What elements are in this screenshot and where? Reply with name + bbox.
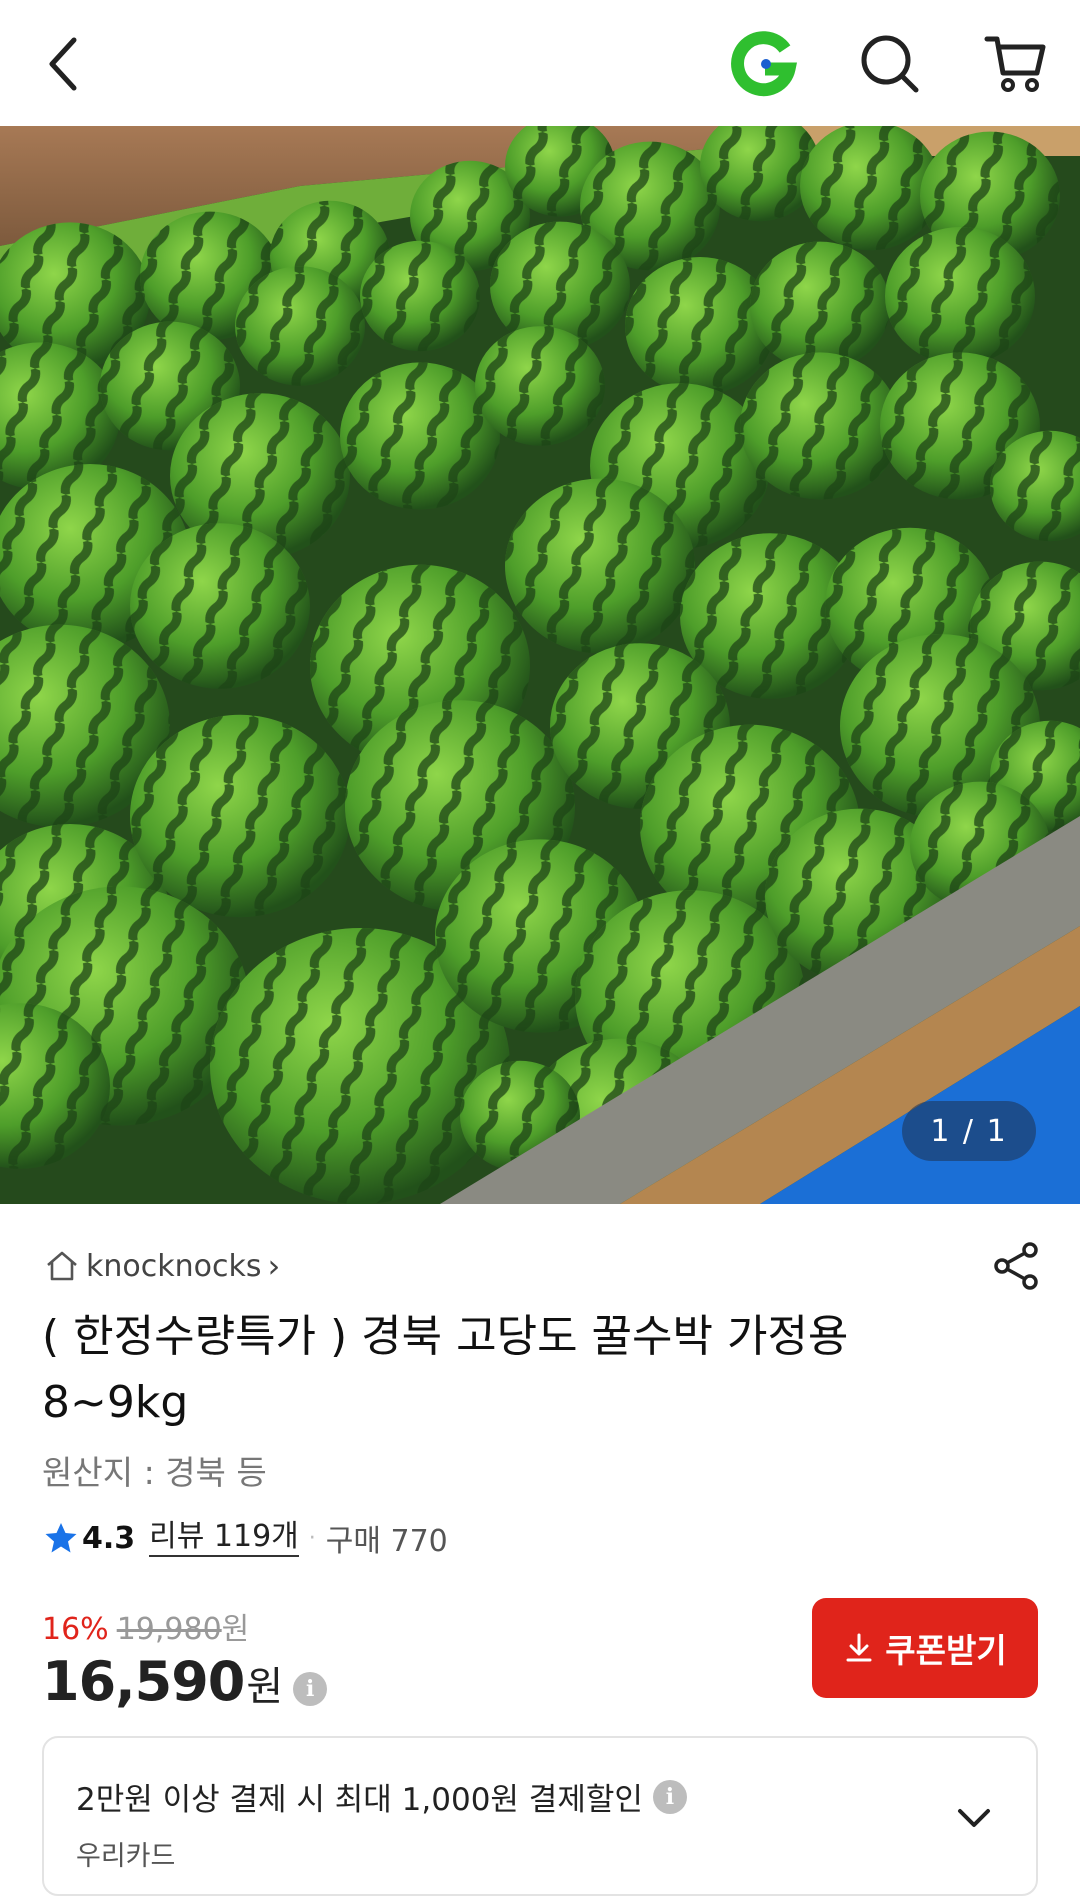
product-image[interactable]: 1 / 1 — [0, 126, 1080, 1204]
watermelon-stripes — [800, 126, 940, 251]
sale-price: 16,590 — [42, 1650, 245, 1713]
origin-label: 원산지 : 경북 등 — [42, 1453, 267, 1492]
watermelon-stripes — [130, 714, 350, 918]
purchase-count: 구매 770 — [325, 1524, 448, 1559]
sale-price-unit: 원 — [246, 1664, 284, 1710]
download-icon — [846, 1633, 872, 1662]
watermelon-stripes — [885, 227, 1035, 365]
watermelon-photo — [0, 126, 1080, 1204]
watermelon-stripes — [625, 257, 775, 395]
share-button[interactable] — [986, 1236, 1046, 1296]
product-title: ( 한정수량특가 ) 경북 고당도 꿀수박 가정용 8~9kg — [42, 1304, 1032, 1436]
promo-text: 2만원 이상 결제 시 최대 1,000원 결제할인 — [76, 1782, 643, 1818]
info-icon[interactable]: i — [652, 1779, 687, 1814]
discount-line: 16% 19,980 원 — [42, 1604, 327, 1647]
info-icon[interactable]: i — [293, 1672, 328, 1706]
promo-card-name: 우리카드 — [76, 1841, 176, 1872]
watermelon-stripes — [505, 478, 695, 654]
cart-button[interactable] — [978, 26, 1054, 102]
g-logo-icon — [731, 31, 798, 97]
store-chevron-icon: › — [267, 1247, 281, 1285]
coupon-download-button[interactable]: 쿠폰받기 — [812, 1598, 1038, 1698]
separator-dot: · — [308, 1525, 316, 1551]
share-icon — [994, 1242, 1038, 1290]
watermelon-stripes — [130, 523, 310, 689]
watermelon-stripes — [475, 326, 605, 446]
store-link[interactable]: knocknocks › — [44, 1244, 280, 1288]
star-icon — [45, 1523, 77, 1553]
home-icon — [47, 1251, 77, 1281]
rating-value: 4.3 — [82, 1520, 136, 1556]
product-detail-page: 1 / 1 knocknocks › ( 한정수량특가 ) 경북 고당도 꿀수박… — [0, 0, 1080, 1900]
image-counter: 1 / 1 — [902, 1101, 1036, 1161]
original-price: 19,980 — [116, 1612, 222, 1647]
card-discount-box[interactable]: 2만원 이상 결제 시 최대 1,000원 결제할인 i 우리카드 — [42, 1736, 1038, 1896]
rating-row: 4.3 리뷰 119개 · 구매 770 — [44, 1516, 448, 1560]
brand-home-button[interactable] — [726, 26, 802, 102]
search-button[interactable] — [852, 26, 928, 102]
discount-rate: 16% — [42, 1612, 109, 1647]
watermelon-stripes — [740, 352, 900, 500]
product-title-line2: 8~9kg — [42, 1377, 189, 1428]
back-button[interactable] — [26, 26, 102, 102]
coupon-label: 쿠폰받기 — [885, 1631, 1007, 1670]
top-app-bar — [0, 0, 1080, 126]
chevron-left-icon — [49, 37, 77, 91]
cart-icon — [984, 36, 1046, 92]
price-block: 16% 19,980 원 16,590 원 i — [42, 1604, 328, 1713]
store-name: knocknocks — [86, 1248, 262, 1284]
reviews-link[interactable]: 리뷰 119개 — [149, 1519, 299, 1557]
watermelon-stripes — [750, 241, 890, 371]
watermelon-stripes — [360, 240, 480, 352]
search-icon — [861, 35, 919, 93]
product-title-line1: ( 한정수량특가 ) 경북 고당도 꿀수박 가정용 — [42, 1311, 849, 1362]
original-price-unit: 원 — [221, 1612, 250, 1647]
sale-line: 16,590 원 i — [42, 1650, 328, 1713]
watermelon-stripes — [235, 266, 365, 386]
chevron-down-icon[interactable] — [952, 1796, 996, 1840]
promo-text-row: 2만원 이상 결제 시 최대 1,000원 결제할인 i — [76, 1774, 687, 1819]
